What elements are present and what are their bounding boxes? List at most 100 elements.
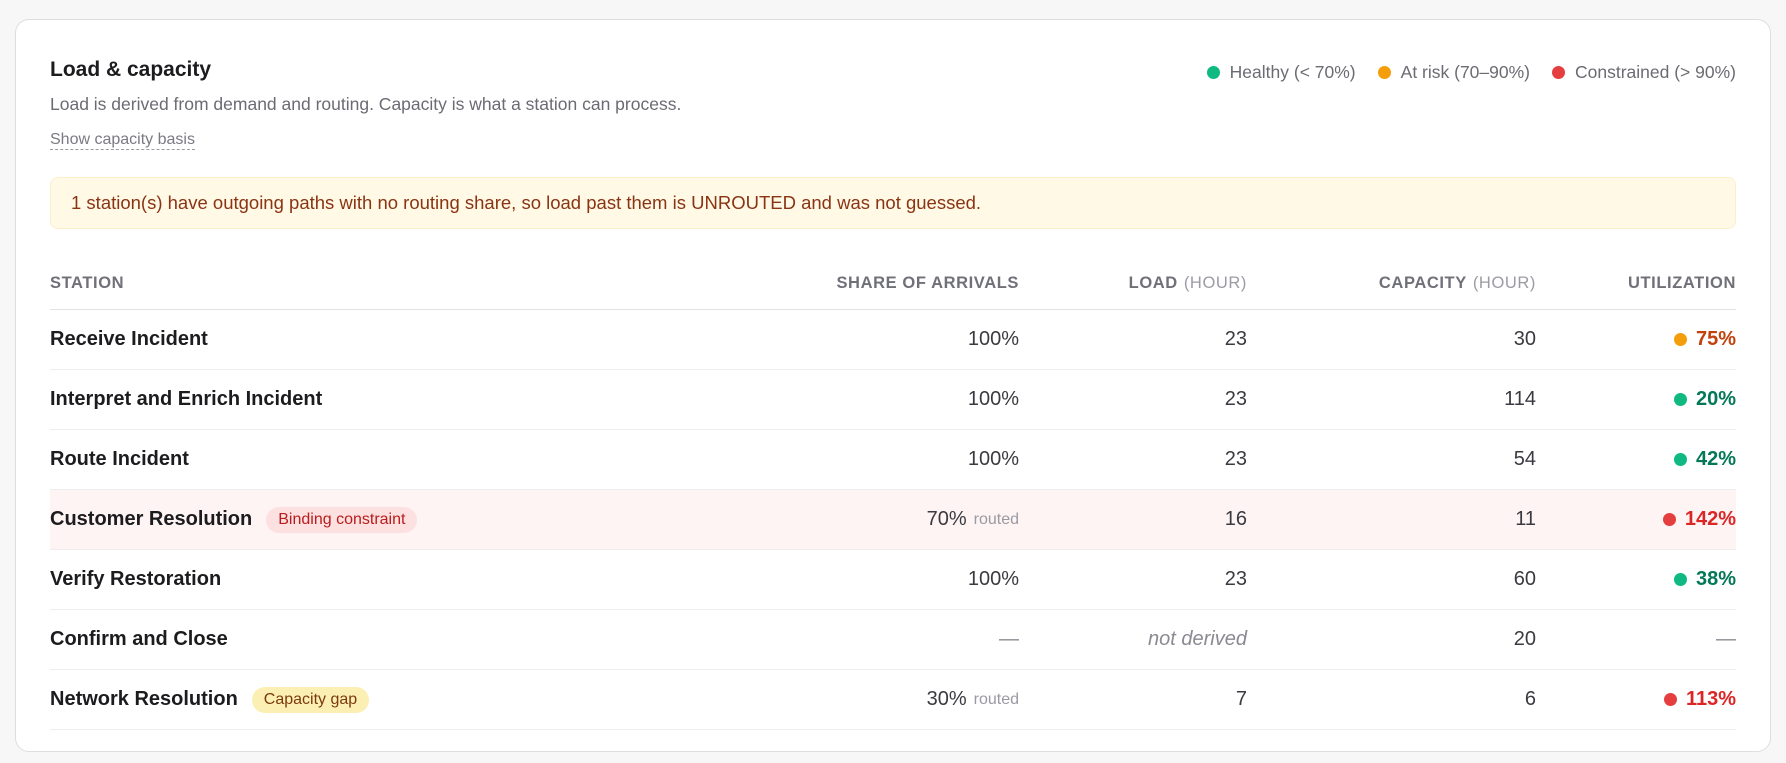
- share-cell: 70% routed: [927, 490, 1019, 549]
- load-value: 16: [1224, 508, 1247, 530]
- legend-item-constrained: Constrained (> 90%): [1552, 62, 1736, 83]
- table-row[interactable]: Customer Resolution Binding constraint 70%…: [50, 490, 1736, 550]
- utilization-indicator: 20%: [1673, 388, 1736, 411]
- share-value: —: [999, 628, 1019, 650]
- load-unit: (HOUR): [1183, 273, 1247, 292]
- unrouted-warning-banner: 1 station(s) have outgoing paths with no…: [50, 177, 1736, 229]
- station-name: Confirm and Close: [50, 628, 228, 650]
- station-name: Route Incident: [50, 448, 189, 470]
- station-cell: Receive Incident: [50, 310, 208, 369]
- capacity-cell: 6: [1525, 670, 1536, 729]
- share-value: 30%: [926, 688, 967, 710]
- table-row[interactable]: Receive Incident 100% 23 30 75%: [50, 310, 1736, 370]
- utilization-indicator: 38%: [1673, 568, 1736, 591]
- table-header: STATION SHARE OF ARRIVALS LOAD (HOUR) CAP…: [50, 257, 1736, 310]
- status-dot-icon: [1673, 573, 1687, 586]
- binding-constraint-badge: Binding constraint: [266, 506, 418, 533]
- utilization-cell: 20%: [1673, 370, 1736, 429]
- table-row[interactable]: Route Incident 100% 23 54 42%: [50, 430, 1736, 490]
- legend-item-at-risk: At risk (70–90%): [1377, 62, 1530, 83]
- utilization-cell: 142%: [1662, 490, 1736, 549]
- column-header-load[interactable]: LOAD (HOUR): [1129, 257, 1247, 309]
- constrained-dot-icon: [1552, 66, 1565, 79]
- capacity-cell: 30: [1514, 310, 1536, 369]
- share-cell: 100%: [968, 310, 1019, 369]
- load-value: 23: [1224, 568, 1247, 590]
- legend-label: Constrained (> 90%): [1575, 62, 1736, 82]
- column-header-capacity[interactable]: CAPACITY (HOUR): [1379, 257, 1536, 309]
- share-value: 70%: [926, 508, 967, 530]
- utilization-value: —: [1716, 628, 1736, 650]
- capacity-unit: (HOUR): [1472, 273, 1536, 292]
- station-name: Interpret and Enrich Incident: [50, 388, 323, 410]
- station-cell: Verify Restoration: [50, 550, 221, 609]
- load-value: 23: [1224, 328, 1247, 350]
- station-name: Receive Incident: [50, 328, 208, 350]
- utilization-value: 20%: [1695, 388, 1736, 410]
- share-cell: 100%: [968, 550, 1019, 609]
- share-note: routed: [973, 510, 1019, 528]
- station-name: Verify Restoration: [50, 568, 222, 590]
- share-value: 100%: [967, 448, 1019, 470]
- utilization-indicator: 113%: [1663, 688, 1736, 711]
- load-cell: 23: [1225, 430, 1247, 489]
- utilization-cell: —: [1716, 610, 1736, 669]
- utilization-value: 113%: [1685, 688, 1736, 710]
- load-value: 23: [1224, 388, 1247, 410]
- table-row[interactable]: Interpret and Enrich Incident 100% 23 114 20…: [50, 370, 1736, 430]
- healthy-dot-icon: [1206, 66, 1220, 79]
- table-body: Receive Incident 100% 23 30 75% Interpret and…: [50, 310, 1736, 730]
- column-header-utilization[interactable]: UTILIZATION: [1628, 257, 1736, 309]
- status-legend: Healthy (< 70%) At risk (70–90%) Constra…: [1206, 62, 1736, 83]
- utilization-cell: 75%: [1673, 310, 1736, 369]
- capacity-value: 6: [1524, 688, 1536, 710]
- station-name: Customer Resolution: [50, 508, 253, 530]
- capacity-cell: 114: [1504, 370, 1536, 429]
- station-cell: Route Incident: [50, 430, 189, 489]
- load-value: 23: [1224, 448, 1247, 470]
- capacity-value: 114: [1504, 388, 1536, 410]
- show-capacity-basis-link[interactable]: Show capacity basis: [50, 130, 195, 150]
- status-dot-icon: [1662, 513, 1676, 526]
- utilization-value: 42%: [1695, 448, 1736, 470]
- utilization-value: 38%: [1695, 568, 1736, 590]
- share-cell: —: [999, 610, 1019, 669]
- load-value: not derived: [1148, 628, 1247, 650]
- share-cell: 30% routed: [927, 670, 1019, 729]
- utilization-indicator: 42%: [1673, 448, 1736, 471]
- warning-text: 1 station(s) have outgoing paths with no…: [71, 192, 982, 213]
- capacity-value: 60: [1513, 568, 1536, 590]
- utilization-indicator: —: [1716, 628, 1736, 651]
- share-cell: 100%: [968, 370, 1019, 429]
- utilization-indicator: 142%: [1662, 508, 1736, 531]
- load-cell: 23: [1225, 310, 1247, 369]
- capacity-cell: 54: [1514, 430, 1536, 489]
- column-header-station[interactable]: STATION: [50, 257, 124, 309]
- status-dot-icon: [1673, 333, 1687, 346]
- station-cell: Interpret and Enrich Incident: [50, 370, 322, 429]
- station-cell: Customer Resolution Binding constraint: [50, 490, 418, 549]
- station-cell: Confirm and Close: [50, 610, 228, 669]
- utilization-indicator: 75%: [1673, 328, 1736, 351]
- table-row[interactable]: Confirm and Close — not derived 20 —: [50, 610, 1736, 670]
- capacity-cell: 60: [1514, 550, 1536, 609]
- station-cell: Network Resolution Capacity gap: [50, 670, 370, 729]
- utilization-cell: 38%: [1673, 550, 1736, 609]
- utilization-value: 142%: [1684, 508, 1736, 530]
- table-row[interactable]: Verify Restoration 100% 23 60 38%: [50, 550, 1736, 610]
- status-dot-icon: [1673, 453, 1687, 466]
- share-note: routed: [973, 690, 1019, 708]
- capacity-value: 20: [1513, 628, 1536, 650]
- load-cell: 23: [1225, 550, 1247, 609]
- capacity-table: STATION SHARE OF ARRIVALS LOAD (HOUR) CAP…: [50, 257, 1736, 730]
- share-value: 100%: [967, 568, 1019, 590]
- capacity-cell: 20: [1514, 610, 1536, 669]
- table-row[interactable]: Network Resolution Capacity gap 30% routed 7…: [50, 670, 1736, 730]
- legend-label: Healthy (< 70%): [1229, 62, 1356, 82]
- load-value: 7: [1235, 688, 1247, 710]
- card-subtitle: Load is derived from demand and routing.…: [50, 94, 682, 114]
- capacity-value: 30: [1513, 328, 1536, 350]
- status-dot-icon: [1663, 693, 1677, 706]
- load-cell: 23: [1225, 370, 1247, 429]
- column-header-share[interactable]: SHARE OF ARRIVALS: [836, 257, 1019, 309]
